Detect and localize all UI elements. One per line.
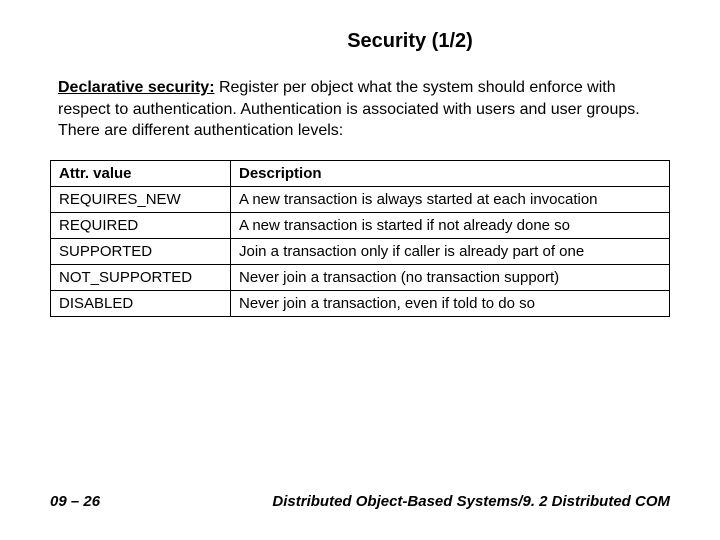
header-attr: Attr. value xyxy=(51,160,231,186)
footer-section: Distributed Object-Based Systems/9. 2 Di… xyxy=(272,493,670,510)
header-desc: Description xyxy=(231,160,670,186)
table-row: REQUIRED A new transaction is started if… xyxy=(51,212,670,238)
cell-desc: Never join a transaction (no transaction… xyxy=(231,264,670,290)
slide-title: Security (1/2) xyxy=(50,30,670,53)
footer-page-number: 09 – 26 xyxy=(50,493,100,510)
cell-desc: Never join a transaction, even if told t… xyxy=(231,290,670,316)
cell-attr: REQUIRES_NEW xyxy=(51,186,231,212)
table-row: NOT_SUPPORTED Never join a transaction (… xyxy=(51,264,670,290)
cell-desc: A new transaction is started if not alre… xyxy=(231,212,670,238)
table-row: REQUIRES_NEW A new transaction is always… xyxy=(51,186,670,212)
table-row: SUPPORTED Join a transaction only if cal… xyxy=(51,238,670,264)
intro-paragraph: Declarative security: Register per objec… xyxy=(50,77,670,142)
cell-attr: NOT_SUPPORTED xyxy=(51,264,231,290)
attributes-table: Attr. value Description REQUIRES_NEW A n… xyxy=(50,160,670,317)
table-row: DISABLED Never join a transaction, even … xyxy=(51,290,670,316)
cell-desc: A new transaction is always started at e… xyxy=(231,186,670,212)
footer: 09 – 26 Distributed Object-Based Systems… xyxy=(50,493,670,510)
intro-lead: Declarative security: xyxy=(58,79,215,96)
cell-desc: Join a transaction only if caller is alr… xyxy=(231,238,670,264)
cell-attr: REQUIRED xyxy=(51,212,231,238)
cell-attr: SUPPORTED xyxy=(51,238,231,264)
cell-attr: DISABLED xyxy=(51,290,231,316)
table-header-row: Attr. value Description xyxy=(51,160,670,186)
